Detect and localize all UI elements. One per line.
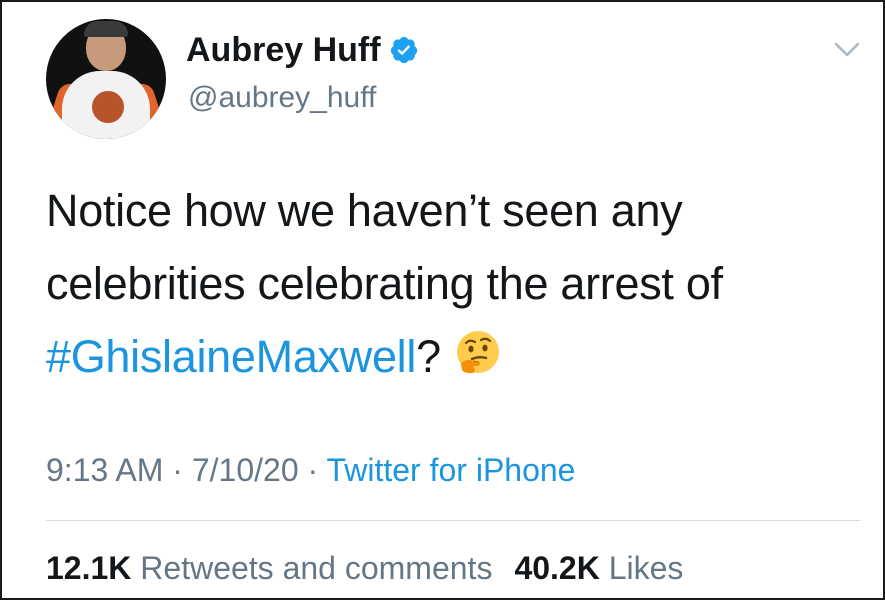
retweets-label: Retweets and comments	[140, 550, 493, 586]
divider	[46, 520, 860, 521]
likes-label: Likes	[608, 550, 684, 586]
tweet-text-line-1: Notice how we haven’t seen any	[46, 185, 683, 236]
likes-count: 40.2K	[514, 550, 600, 586]
tweet-text: Notice how we haven’t seen any celebriti…	[46, 174, 846, 393]
tweet-trailing-punctuation: ?	[416, 331, 441, 382]
tweet-source-link[interactable]: Twitter for iPhone	[326, 452, 575, 488]
avatar[interactable]	[46, 19, 166, 139]
chevron-down-icon[interactable]	[832, 40, 862, 60]
hashtag-link[interactable]: #GhislaineMaxwell	[46, 331, 416, 382]
author-display-name[interactable]: Aubrey Huff	[186, 30, 381, 70]
thinking-face-icon	[456, 331, 499, 374]
tweet-time: 9:13 AM	[46, 452, 164, 488]
author-name-row: Aubrey Huff	[186, 30, 419, 70]
tweet-text-line-2: celebrities celebrating the arrest of	[46, 258, 723, 309]
tweet-meta: 9:13 AM · 7/10/20 · Twitter for iPhone	[46, 450, 575, 490]
tweet-date: 7/10/20	[191, 452, 299, 488]
verified-badge-icon	[390, 36, 417, 64]
likes-stat[interactable]: 40.2K Likes	[514, 550, 683, 586]
meta-separator: ·	[163, 452, 192, 488]
retweets-stat[interactable]: 12.1K Retweets and comments	[46, 550, 492, 586]
retweets-count: 12.1K	[46, 550, 132, 586]
tweet-card: Aubrey Huff @aubrey_huff Notice how we h…	[0, 0, 885, 600]
tweet-text-line-3: #GhislaineMaxwell?	[46, 320, 846, 393]
author-handle[interactable]: @aubrey_huff	[188, 80, 376, 116]
avatar-cap	[84, 21, 128, 37]
tweet-stats: 12.1K Retweets and comments 40.2K Likes	[46, 548, 683, 588]
meta-separator: ·	[298, 452, 327, 488]
avatar-shirt-logo	[90, 89, 126, 125]
